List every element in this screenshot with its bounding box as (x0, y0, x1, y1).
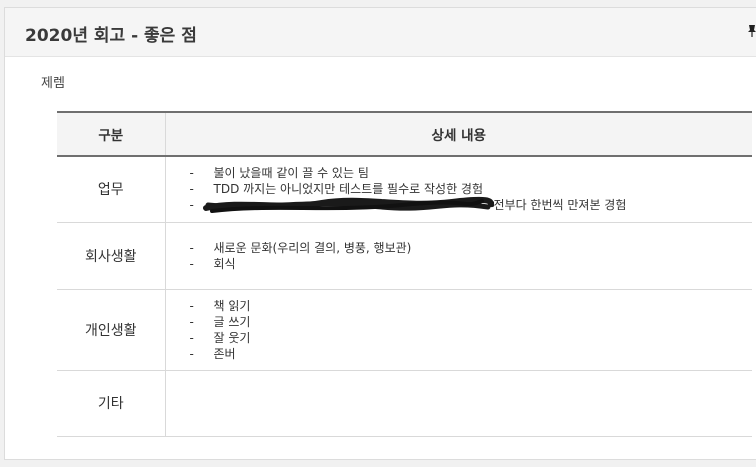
list-item: 글 쓰기 (190, 314, 753, 330)
row-details: 책 읽기 글 쓰기 잘 웃기 존버 (165, 289, 753, 371)
pin-icon[interactable] (747, 25, 756, 37)
redaction-scribble (202, 197, 494, 214)
detail-list: 책 읽기 글 쓰기 잘 웃기 존버 (190, 298, 753, 362)
row-category: 회사생활 (57, 222, 166, 290)
list-item: 책 읽기 (190, 298, 753, 314)
list-item: 회식 (190, 256, 753, 272)
detail-list: 불이 났을때 같이 끌 수 있는 팀 TDD 까지는 아니었지만 테스트를 필수… (190, 165, 753, 214)
row-details: 새로운 문화(우리의 결의, 병풍, 행보관) 회식 (165, 222, 753, 290)
retrospective-table: 구분 상세 내용 업무 불이 났을때 같이 끌 수 있는 팀 TDD 까지는 아… (57, 111, 752, 437)
table-header-row: 구분 상세 내용 (57, 111, 752, 157)
column-header-details: 상세 내용 (165, 111, 752, 157)
table-row-etc: 기타 (57, 370, 752, 437)
table-row-personal-life: 개인생활 책 읽기 글 쓰기 잘 웃기 존버 (57, 289, 753, 371)
row-category: 기타 (57, 370, 166, 437)
retrospective-card: 2020년 회고 - 좋은 점 제렘 구분 상세 내용 업무 불이 났을때 같이… (4, 7, 756, 460)
row-details: 불이 났을때 같이 끌 수 있는 팀 TDD 까지는 아니었지만 테스트를 필수… (165, 156, 753, 223)
list-item-text: 전부다 한번씩 만져본 경험 (493, 198, 627, 213)
table-row-company-life: 회사생활 새로운 문화(우리의 결의, 병풍, 행보관) 회식 (57, 222, 753, 290)
column-header-category: 구분 (57, 111, 166, 157)
row-category: 개인생활 (57, 289, 166, 371)
list-item: 존버 (190, 346, 753, 362)
subject-label: 제렘 (41, 76, 65, 91)
detail-list: 새로운 문화(우리의 결의, 병풍, 행보관) 회식 (190, 240, 753, 272)
row-category: 업무 (57, 156, 166, 223)
list-item: TDD 까지는 아니었지만 테스트를 필수로 작성한 경험 (190, 181, 753, 197)
row-details (165, 370, 752, 437)
list-item: 전부다 한번씩 만져본 경험 (190, 197, 753, 214)
card-header: 2020년 회고 - 좋은 점 (5, 8, 756, 57)
list-item: 잘 웃기 (190, 330, 753, 346)
list-item: 새로운 문화(우리의 결의, 병풍, 행보관) (190, 240, 753, 256)
list-item: 불이 났을때 같이 끌 수 있는 팀 (190, 165, 753, 181)
table-row-work: 업무 불이 났을때 같이 끌 수 있는 팀 TDD 까지는 아니었지만 테스트를… (57, 156, 753, 223)
page-title: 2020년 회고 - 좋은 점 (25, 26, 197, 46)
